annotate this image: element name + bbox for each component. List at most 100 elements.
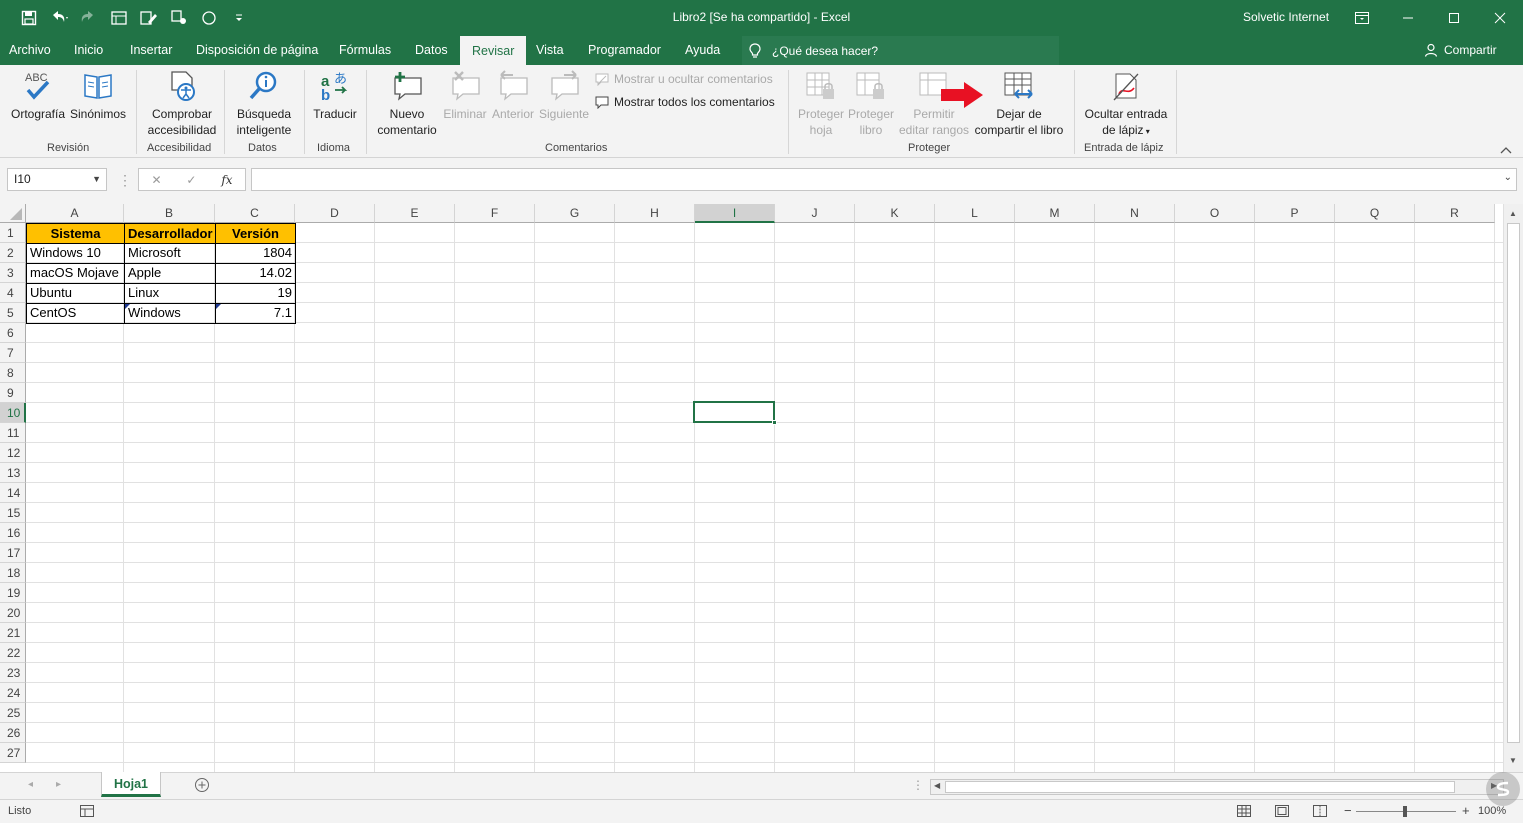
zoom-out-icon[interactable]: −: [1344, 803, 1352, 818]
check-accessibility-button[interactable]: Comprobar accesibilidad: [144, 70, 220, 138]
sheet-split-handle-icon[interactable]: ⋮: [912, 778, 924, 792]
table-header-cell[interactable]: Sistema: [26, 223, 125, 244]
tab-ayuda[interactable]: Ayuda: [685, 36, 720, 65]
sheet-tab-hoja1[interactable]: Hoja1: [101, 772, 161, 797]
delete-comment-button[interactable]: Eliminar: [441, 70, 489, 122]
tab-revisar[interactable]: Revisar: [460, 36, 527, 65]
tab-archivo[interactable]: Archivo: [9, 36, 51, 65]
horizontal-scrollbar[interactable]: ◀ ▶: [930, 779, 1504, 795]
tab-programador[interactable]: Programador: [588, 36, 661, 65]
column-header-k[interactable]: K: [855, 204, 935, 223]
row-header-21[interactable]: 21: [0, 623, 26, 643]
column-header-m[interactable]: M: [1015, 204, 1095, 223]
show-hide-comments-button[interactable]: Mostrar u ocultar comentarios: [595, 72, 773, 86]
thesaurus-button[interactable]: Sinónimos: [68, 70, 128, 122]
formula-input[interactable]: ⌄: [251, 168, 1517, 191]
insert-function-icon[interactable]: fx: [221, 173, 232, 187]
row-header-13[interactable]: 13: [0, 463, 26, 483]
table-cell[interactable]: Windows: [124, 303, 216, 324]
row-header-27[interactable]: 27: [0, 743, 26, 763]
table-header-cell[interactable]: Versión: [215, 223, 296, 244]
next-comment-button[interactable]: Siguiente: [538, 70, 590, 122]
next-sheet-icon[interactable]: ▸: [56, 779, 61, 790]
column-header-p[interactable]: P: [1255, 204, 1335, 223]
formula-bar-handle-icon[interactable]: ⋮: [118, 172, 132, 189]
row-header-25[interactable]: 25: [0, 703, 26, 723]
column-header-e[interactable]: E: [375, 204, 455, 223]
table-cell[interactable]: Apple: [124, 263, 216, 284]
tell-me-box[interactable]: ¿Qué desea hacer?: [742, 36, 1059, 65]
minimize-icon[interactable]: [1385, 0, 1431, 36]
column-header-h[interactable]: H: [615, 204, 695, 223]
tab-inicio[interactable]: Inicio: [74, 36, 103, 65]
table-cell[interactable]: 14.02: [215, 263, 296, 284]
row-header-14[interactable]: 14: [0, 483, 26, 503]
column-header-f[interactable]: F: [455, 204, 535, 223]
collapse-ribbon-icon[interactable]: [1500, 143, 1512, 157]
row-header-1[interactable]: 1: [0, 223, 26, 243]
table-cell[interactable]: 7.1: [215, 303, 296, 324]
fill-handle[interactable]: [772, 420, 777, 425]
tab-formulas[interactable]: Fórmulas: [339, 36, 391, 65]
row-header-18[interactable]: 18: [0, 563, 26, 583]
comment-indicator[interactable]: [216, 304, 221, 309]
comment-indicator[interactable]: [125, 304, 130, 309]
tab-datos[interactable]: Datos: [415, 36, 448, 65]
column-header-q[interactable]: Q: [1335, 204, 1415, 223]
scroll-down-icon[interactable]: ▼: [1509, 756, 1517, 765]
column-header-r[interactable]: R: [1415, 204, 1495, 223]
row-header-17[interactable]: 17: [0, 543, 26, 563]
protect-workbook-button[interactable]: Proteger libro: [846, 70, 896, 138]
share-button[interactable]: Compartir: [1424, 43, 1497, 57]
row-header-7[interactable]: 7: [0, 343, 26, 363]
table-header-cell[interactable]: Desarrollador: [124, 223, 216, 244]
enter-check-icon[interactable]: ✓: [186, 173, 196, 187]
row-header-11[interactable]: 11: [0, 423, 26, 443]
row-header-12[interactable]: 12: [0, 443, 26, 463]
row-header-3[interactable]: 3: [0, 263, 26, 283]
column-header-o[interactable]: O: [1175, 204, 1255, 223]
vertical-scrollbar[interactable]: ▲ ▼: [1503, 204, 1523, 772]
translate-button[interactable]: a あ b Traducir: [310, 70, 360, 122]
row-header-10[interactable]: 10: [0, 403, 26, 423]
tab-vista[interactable]: Vista: [536, 36, 564, 65]
table-cell[interactable]: Linux: [124, 283, 216, 304]
row-header-24[interactable]: 24: [0, 683, 26, 703]
vertical-scroll-thumb[interactable]: [1507, 223, 1520, 743]
column-header-c[interactable]: C: [215, 204, 295, 223]
zoom-slider[interactable]: [1356, 806, 1456, 817]
table-cell[interactable]: Windows 10: [26, 243, 125, 264]
row-header-5[interactable]: 5: [0, 303, 26, 323]
column-header-a[interactable]: A: [26, 204, 124, 223]
row-header-9[interactable]: 9: [0, 383, 26, 403]
row-header-23[interactable]: 23: [0, 663, 26, 683]
table-cell[interactable]: 19: [215, 283, 296, 304]
column-header-b[interactable]: B: [124, 204, 215, 223]
tab-disposicion[interactable]: Disposición de página: [196, 36, 318, 65]
ribbon-display-options-icon[interactable]: [1339, 0, 1385, 36]
user-name[interactable]: Solvetic Internet: [1243, 10, 1329, 24]
table-cell[interactable]: CentOS: [26, 303, 125, 324]
row-header-16[interactable]: 16: [0, 523, 26, 543]
maximize-icon[interactable]: [1431, 0, 1477, 36]
row-header-22[interactable]: 22: [0, 643, 26, 663]
row-header-20[interactable]: 20: [0, 603, 26, 623]
spelling-button[interactable]: ABC Ortografía: [8, 70, 68, 122]
table-cell[interactable]: Microsoft: [124, 243, 216, 264]
new-comment-button[interactable]: Nuevo comentario: [374, 70, 440, 138]
chevron-down-icon[interactable]: ▼: [92, 169, 101, 190]
horizontal-scroll-thumb[interactable]: [945, 781, 1455, 793]
page-layout-view-icon[interactable]: [1275, 805, 1289, 820]
active-cell-selection[interactable]: [693, 401, 777, 425]
table-cell[interactable]: Ubuntu: [26, 283, 125, 304]
scroll-up-icon[interactable]: ▲: [1509, 209, 1517, 218]
hide-ink-button[interactable]: Ocultar entrada de lápiz ▾: [1080, 70, 1172, 140]
row-header-8[interactable]: 8: [0, 363, 26, 383]
column-header-l[interactable]: L: [935, 204, 1015, 223]
table-cell[interactable]: macOS Mojave: [26, 263, 125, 284]
smart-lookup-button[interactable]: Búsqueda inteligente: [230, 70, 298, 138]
expand-formula-bar-icon[interactable]: ⌄: [1504, 172, 1512, 183]
column-header-i[interactable]: I: [695, 204, 775, 223]
worksheet-grid[interactable]: A B C D E F G H I J K L M N O P Q R 1 2 3 4 5 6 7 8 9 10 11 12 13 14 15 1…: [0, 204, 1503, 772]
cancel-icon[interactable]: ✕: [151, 173, 161, 187]
